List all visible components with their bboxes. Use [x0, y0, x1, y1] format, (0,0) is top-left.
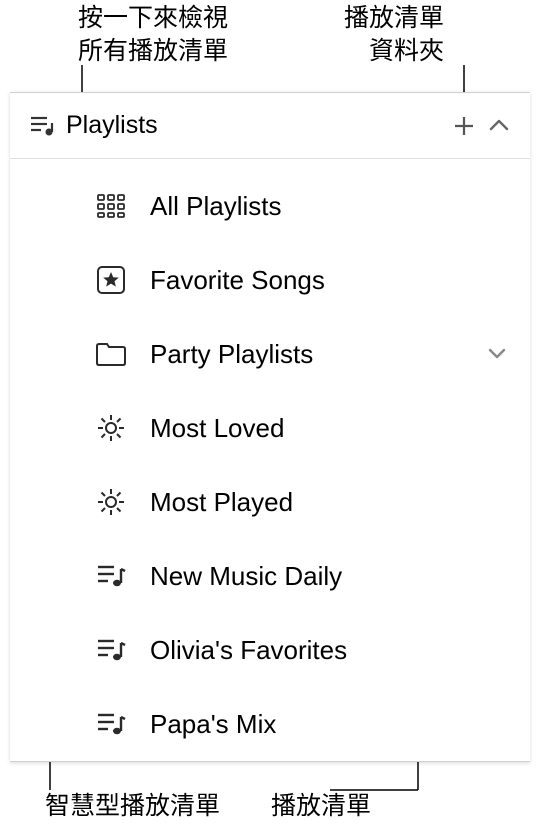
- playlists-header-icon: [26, 115, 58, 137]
- chevron-down-icon[interactable]: [482, 348, 512, 360]
- callout-text: 所有播放清單: [78, 37, 228, 65]
- sidebar-item-label: Most Played: [130, 487, 512, 518]
- add-playlist-button[interactable]: [444, 114, 484, 138]
- sidebar-item-label: Olivia's Favorites: [130, 635, 512, 666]
- sidebar-item-label: Papa's Mix: [130, 709, 512, 740]
- sidebar-item-label: New Music Daily: [130, 561, 512, 592]
- playlists-title: Playlists: [58, 111, 444, 140]
- callout-text: 智慧型播放清單: [45, 792, 220, 820]
- sidebar-item-label: Most Loved: [130, 413, 512, 444]
- callout-playlist: 播放清單: [271, 790, 371, 823]
- sidebar-item-label: Favorite Songs: [130, 265, 512, 296]
- playlists-sidebar: Playlists: [10, 92, 530, 762]
- star-box-icon: [92, 265, 130, 295]
- sidebar-item-all-playlists[interactable]: All Playlists: [10, 169, 530, 243]
- sidebar-item-party-playlists[interactable]: Party Playlists: [10, 317, 530, 391]
- grid-icon: [92, 194, 130, 218]
- playlists-header: Playlists: [10, 93, 530, 159]
- music-list-icon: [92, 563, 130, 589]
- sidebar-item-most-played[interactable]: Most Played: [10, 465, 530, 539]
- callout-text: 播放清單: [344, 4, 444, 32]
- callout-text: 按一下來檢視: [78, 4, 228, 32]
- sidebar-item-label: All Playlists: [130, 191, 512, 222]
- music-list-icon: [92, 711, 130, 737]
- gear-icon: [92, 413, 130, 443]
- collapse-button[interactable]: [484, 119, 514, 133]
- folder-icon: [92, 341, 130, 367]
- callout-smart-playlist: 智慧型播放清單: [45, 790, 220, 823]
- sidebar-item-new-music-daily[interactable]: New Music Daily: [10, 539, 530, 613]
- sidebar-item-olivias-favorites[interactable]: Olivia's Favorites: [10, 613, 530, 687]
- callout-text: 資料夾: [369, 37, 444, 65]
- playlists-list: All Playlists Favorite Songs Party Playl…: [10, 159, 530, 761]
- sidebar-item-papas-mix[interactable]: Papa's Mix: [10, 687, 530, 761]
- sidebar-item-favorite-songs[interactable]: Favorite Songs: [10, 243, 530, 317]
- sidebar-item-label: Party Playlists: [130, 339, 482, 370]
- callout-all-playlists: 按一下來檢視 所有播放清單: [78, 2, 228, 67]
- callout-text: 播放清單: [271, 792, 371, 820]
- callout-playlist-folder: 播放清單 資料夾: [344, 2, 444, 67]
- music-list-icon: [92, 637, 130, 663]
- sidebar-item-most-loved[interactable]: Most Loved: [10, 391, 530, 465]
- gear-icon: [92, 487, 130, 517]
